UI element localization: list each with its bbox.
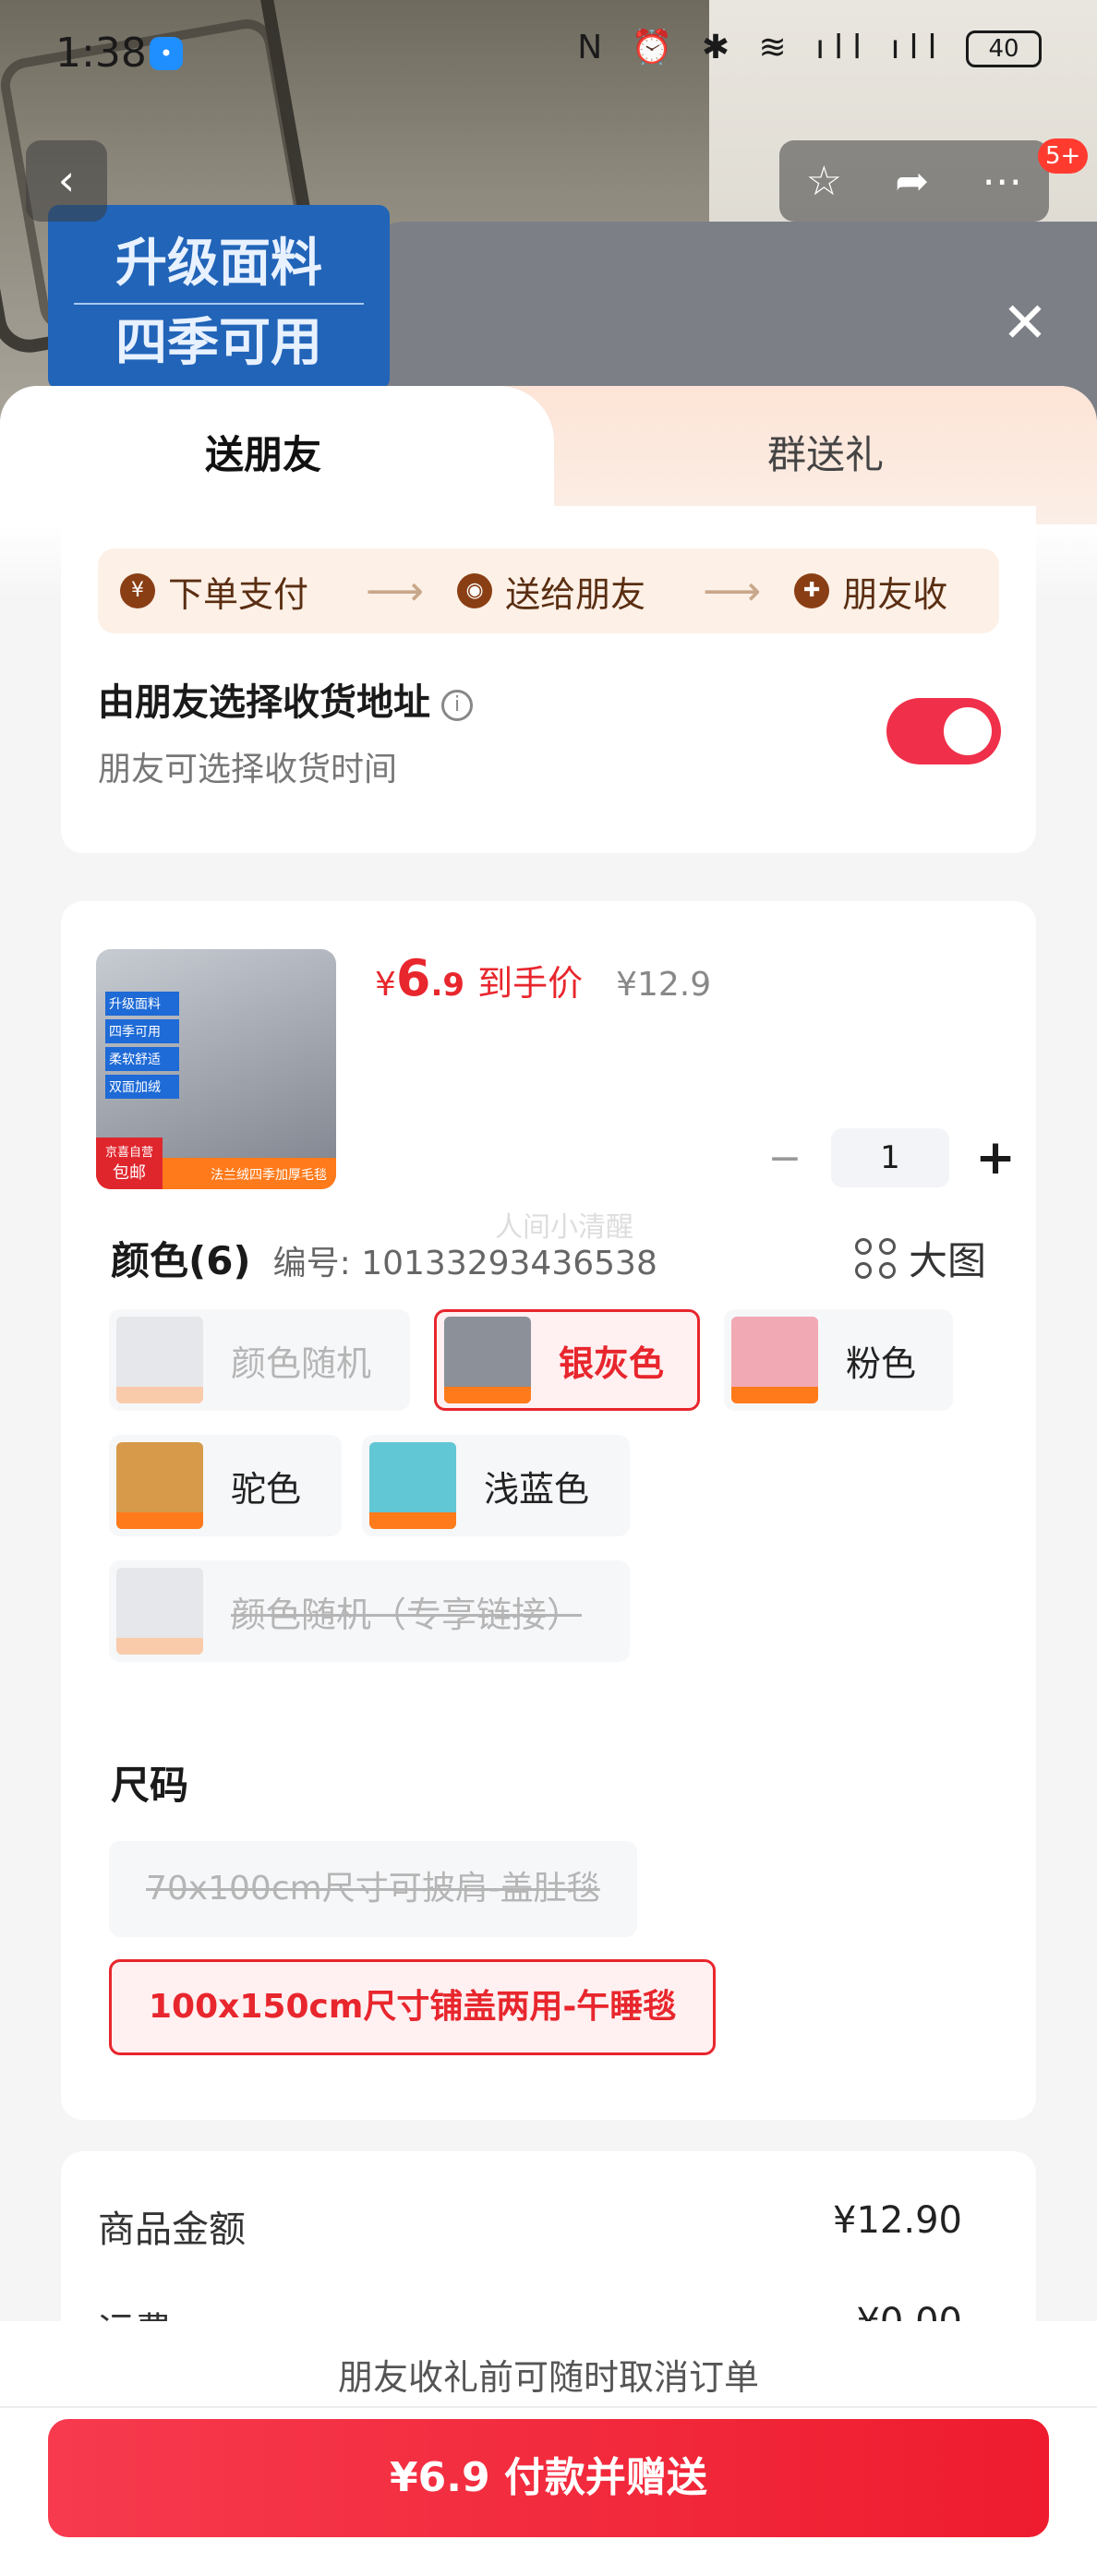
message-icon: • bbox=[150, 37, 183, 70]
product-card: 升级面料 四季可用 柔软舒适 双面加绒 法兰绒四季加厚毛毯 京喜自营 包邮 ¥6.… bbox=[61, 901, 1036, 2120]
gift-icon: ✚ bbox=[794, 573, 830, 608]
notification-badge: 5+ bbox=[1038, 138, 1089, 174]
color-option-pink[interactable]: 粉色 bbox=[724, 1309, 953, 1411]
color-option-silver-gray[interactable]: 银灰色 bbox=[434, 1309, 700, 1411]
size-option-100x150[interactable]: 100x150cm尺寸铺盖两用-午睡毯 bbox=[109, 1959, 717, 2055]
status-bar: 1:38 • N ⏰ ✱ ≋ ıll ıll 40 bbox=[0, 0, 1097, 102]
goods-amount-row: 商品金额 ¥12.90 bbox=[98, 2199, 962, 2251]
product-thumbnail[interactable]: 升级面料 四季可用 柔软舒适 双面加绒 法兰绒四季加厚毛毯 京喜自营 包邮 bbox=[96, 949, 336, 1189]
color-option-random[interactable]: 颜色随机 bbox=[109, 1309, 410, 1411]
quantity-stepper: − 1 + bbox=[757, 1128, 1023, 1187]
gift-sheet: 送朋友 群送礼 ¥ 下单支付 ⟶ ◉ 送给朋友 ⟶ ✚ 朋友收 由朋友选择收货地… bbox=[0, 386, 1097, 2576]
status-icons: N ⏰ ✱ ≋ ıll ıll 40 bbox=[577, 28, 1042, 67]
decrease-button[interactable]: − bbox=[757, 1135, 813, 1182]
arrow-icon: ⟶ bbox=[366, 567, 425, 615]
yuan-icon: ¥ bbox=[120, 573, 155, 608]
original-price: ¥12.9 bbox=[616, 966, 712, 1004]
promo-label: 升级面料 四季可用 bbox=[48, 205, 390, 390]
address-option-subtitle: 朋友可选择收货时间 bbox=[98, 751, 398, 788]
info-icon[interactable]: i bbox=[441, 690, 473, 721]
color-option-light-blue[interactable]: 浅蓝色 bbox=[362, 1435, 630, 1536]
battery-icon: 40 bbox=[966, 30, 1042, 67]
nav-actions: ☆ ➦ ⋯ bbox=[779, 140, 1049, 222]
cancel-note: 朋友收礼前可随时取消订单 bbox=[337, 2357, 759, 2398]
sheet-content: ¥ 下单支付 ⟶ ◉ 送给朋友 ⟶ ✚ 朋友收 由朋友选择收货地址 i 朋友可选择… bbox=[0, 506, 1097, 2576]
back-button[interactable]: ‹ bbox=[26, 140, 107, 222]
color-heading: 颜色(6) 编号: 10133293436538 bbox=[111, 1238, 657, 1283]
arrow-icon: ⟶ bbox=[703, 567, 762, 615]
status-time: 1:38 bbox=[55, 30, 147, 77]
address-option-title: 由朋友选择收货地址 i bbox=[98, 672, 473, 726]
flow-step-pay: ¥ 下单支付 bbox=[120, 566, 308, 617]
tab-send-friend[interactable]: 送朋友 bbox=[0, 386, 554, 524]
flow-step-send: ◉ 送给朋友 bbox=[457, 566, 645, 617]
free-shipping-badge: 京喜自营 包邮 bbox=[96, 1138, 163, 1189]
tab-bar: 送朋友 群送礼 bbox=[0, 386, 1097, 524]
share-icon[interactable]: ➦ bbox=[895, 158, 929, 205]
color-option-random-exclusive[interactable]: 颜色随机（专享链接） bbox=[109, 1560, 630, 1662]
grid-icon bbox=[854, 1237, 896, 1279]
favorite-star-icon[interactable]: ☆ bbox=[806, 158, 842, 205]
size-option-70x100[interactable]: 70x100cm尺寸可披肩-盖肚毯 bbox=[109, 1841, 637, 1937]
gift-flow-card: ¥ 下单支付 ⟶ ◉ 送给朋友 ⟶ ✚ 朋友收 由朋友选择收货地址 i 朋友可选择… bbox=[61, 506, 1036, 853]
flow-step-receive: ✚ 朋友收 bbox=[794, 566, 947, 617]
size-heading: 尺码 bbox=[111, 1763, 189, 1808]
close-icon[interactable]: ✕ bbox=[997, 295, 1053, 353]
price-block: ¥6.9 到手价 ¥12.9 bbox=[375, 949, 712, 1007]
quantity-input[interactable]: 1 bbox=[831, 1128, 949, 1187]
product-code: 编号: 10133293436538 bbox=[272, 1245, 657, 1282]
friend-address-toggle[interactable] bbox=[886, 698, 1001, 764]
tab-group-gift[interactable]: 群送礼 bbox=[554, 386, 1097, 524]
color-option-camel[interactable]: 驼色 bbox=[109, 1435, 342, 1536]
back-icon: ‹ bbox=[57, 155, 76, 205]
more-icon[interactable]: ⋯ bbox=[982, 158, 1022, 205]
big-image-button[interactable]: 大图 bbox=[854, 1230, 986, 1286]
pay-and-gift-button[interactable]: ¥6.9 付款并赠送 bbox=[48, 2419, 1049, 2537]
bottom-action-bar: 朋友收礼前可随时取消订单 ¥6.9 付款并赠送 bbox=[0, 2321, 1097, 2576]
increase-button[interactable]: + bbox=[968, 1130, 1023, 1186]
wechat-icon: ◉ bbox=[457, 573, 493, 608]
gift-flow-steps: ¥ 下单支付 ⟶ ◉ 送给朋友 ⟶ ✚ 朋友收 bbox=[98, 548, 999, 633]
